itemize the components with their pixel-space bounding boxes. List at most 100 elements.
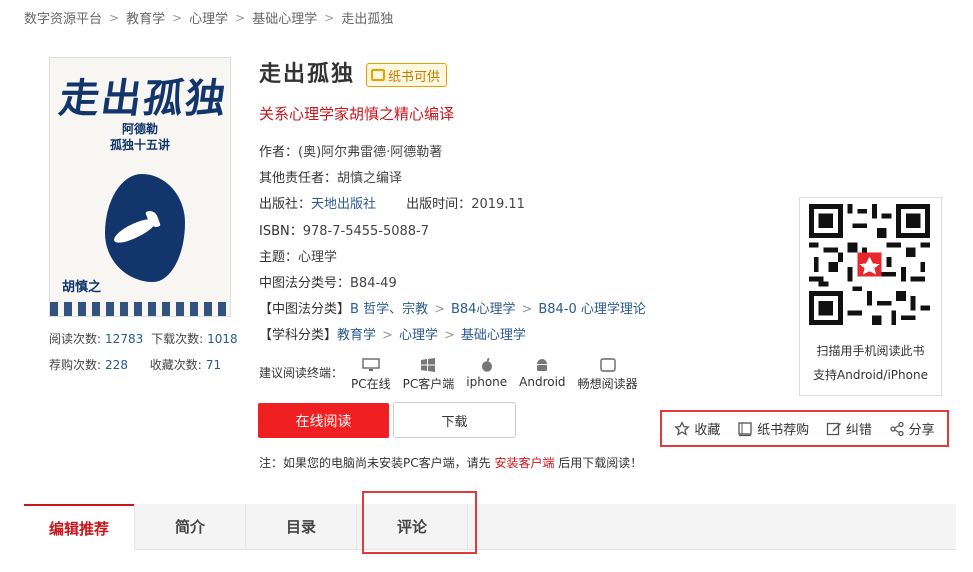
tab-intro[interactable]: 简介 (135, 504, 245, 549)
comments-tab-highlight (362, 491, 477, 554)
apple-icon (481, 358, 492, 372)
breadcrumb-item-education[interactable]: 教育学 (126, 8, 165, 27)
author-row: 作者：(奥)阿尔弗雷德·阿德勒著 (259, 141, 442, 160)
devices-label: 建议阅读终端： (259, 366, 344, 380)
publisher-label: 出版社： (259, 197, 312, 212)
publisher-row: 出版社：天地出版社 出版时间：2019.11 (259, 193, 525, 212)
star-icon (674, 420, 691, 436)
share-label: 分享 (908, 423, 935, 438)
pubdate-label: 出版时间： (406, 197, 472, 212)
clc-path-item[interactable]: B 哲学、宗教 (350, 302, 428, 317)
clc-path-item[interactable]: B84心理学 (451, 302, 515, 317)
subject-path-item[interactable]: 基础心理学 (461, 328, 526, 343)
monitor-icon (362, 358, 380, 371)
book-subtitle: 关系心理学家胡慎之精心编译 (259, 105, 455, 123)
subject-value: 心理学 (298, 250, 338, 265)
tab-contents[interactable]: 目录 (246, 504, 356, 549)
chevron-right-icon: > (521, 302, 533, 317)
publisher-link[interactable]: 天地出版社 (311, 197, 376, 212)
device-reader[interactable]: 畅想阅读器 (578, 358, 638, 392)
book-title: 走出孤独 (259, 62, 356, 87)
device-android[interactable]: Android (519, 358, 566, 389)
cover-author: 胡慎之 (62, 280, 102, 295)
clc-path-item[interactable]: B84-0 心理学理论 (538, 302, 646, 317)
breadcrumb-item-current: 走出孤独 (341, 12, 394, 27)
install-client-link[interactable]: 安装客户端 (494, 456, 554, 470)
download-button[interactable]: 下载 (393, 402, 516, 438)
recommend-count-label: 荐购次数: (49, 358, 102, 372)
isbn-value: 978-7-5455-5088-7 (302, 224, 430, 239)
download-count-label: 下载次数: (151, 332, 204, 346)
book-cover: 走出孤独 阿德勒 孤独十五讲 胡慎之 (49, 57, 231, 317)
author-label: 作者： (259, 145, 299, 160)
device-iphone[interactable]: iphone (466, 358, 507, 389)
device-pc-client[interactable]: PC客户端 (402, 358, 455, 392)
correction-label: 纠错 (845, 423, 872, 438)
favorite-count-label: 收藏次数: (149, 358, 202, 372)
clc-label: 中图法分类号： (259, 276, 351, 291)
qr-panel: 扫描用手机阅读此书 支持Android/iPhone (799, 197, 942, 396)
windows-icon (421, 358, 436, 372)
note-text-suffix: 后用下载阅读！ (558, 456, 643, 470)
edit-icon (826, 422, 841, 435)
pubdate-value: 2019.11 (471, 197, 525, 212)
install-note: 注：如果您的电脑尚未安装PC客户端，请先 安装客户端 后用下载阅读！ (259, 454, 642, 471)
isbn-row: ISBN：978-7-5455-5088-7 (259, 220, 429, 239)
favorite-button[interactable]: 收藏 (674, 419, 720, 438)
chevron-right-icon: > (109, 10, 120, 25)
correction-button[interactable]: 纠错 (826, 419, 872, 438)
isbn-label: ISBN： (259, 224, 303, 239)
cover-title: 走出孤独 (56, 75, 231, 122)
book-icon (738, 421, 752, 436)
breadcrumb-item-basic-psychology[interactable]: 基础心理学 (252, 8, 317, 27)
device-label: PC在线 (351, 377, 391, 391)
chevron-right-icon: > (172, 10, 183, 25)
cover-subtitle-2: 孤独十五讲 (109, 138, 170, 152)
chevron-right-icon: > (324, 10, 335, 25)
device-label: iphone (466, 375, 508, 389)
android-icon (537, 359, 548, 371)
tab-editor-recommend[interactable]: 编辑推荐 (24, 504, 134, 550)
device-pc-online[interactable]: PC在线 (351, 358, 391, 392)
paper-book-badge-label: 纸书可供 (388, 69, 441, 85)
chevron-right-icon: > (382, 328, 393, 343)
subject-path-item[interactable]: 教育学 (337, 328, 376, 343)
tablet-icon (599, 358, 616, 372)
read-online-button[interactable]: 在线阅读 (258, 403, 389, 438)
qr-caption: 扫描用手机阅读此书 (816, 344, 925, 358)
breadcrumb-item-psychology[interactable]: 心理学 (189, 8, 228, 27)
editor-label: 其他责任者： (259, 171, 338, 186)
editor-row: 其他责任者：胡慎之编译 (259, 167, 402, 186)
subject-label: 主题： (259, 250, 299, 265)
paper-book-badge[interactable]: 纸书可供 (366, 63, 448, 87)
chevron-right-icon: > (434, 302, 445, 317)
clc-path: 【中图法分类】B 哲学、宗教 > B84心理学 > B84-0 心理学理论 (259, 298, 646, 317)
download-count: 1018 (207, 332, 238, 346)
qr-code (809, 204, 930, 325)
clc-path-label: 【中图法分类】 (259, 302, 351, 317)
cover-wave (50, 302, 230, 316)
device-label: PC客户端 (402, 377, 455, 391)
breadcrumb-item-home[interactable]: 数字资源平台 (24, 8, 102, 27)
favorite-count: 71 (205, 358, 222, 372)
recommend-paper-label: 纸书荐购 (757, 423, 810, 438)
note-text: 注：如果您的电脑尚未安装PC客户端，请先 (259, 456, 491, 470)
favorite-label: 收藏 (694, 423, 721, 438)
device-label: 畅想阅读器 (577, 377, 638, 391)
subject-path-label: 【学科分类】 (259, 328, 338, 343)
recommend-count: 228 (105, 358, 128, 372)
device-label: Android (519, 375, 566, 389)
subject-path: 【学科分类】教育学 > 心理学 > 基础心理学 (259, 324, 526, 343)
editor-value: 胡慎之编译 (337, 171, 403, 186)
book-icon (371, 69, 385, 81)
action-bar: 收藏 纸书荐购 纠错 分享 (660, 410, 949, 447)
read-count-label: 阅读次数: (49, 332, 102, 346)
subject-row: 主题：心理学 (259, 246, 337, 265)
cover-subtitle: 阿德勒 (121, 122, 158, 136)
share-button[interactable]: 分享 (889, 419, 935, 438)
clc-row: 中图法分类号：B84-49 (259, 272, 397, 291)
recommend-paper-button[interactable]: 纸书荐购 (737, 419, 809, 438)
recommend-stats: 荐购次数: 228 收藏次数: 71 (49, 356, 221, 373)
qr-support: 支持Android/iPhone (813, 368, 928, 382)
subject-path-item[interactable]: 心理学 (399, 328, 438, 343)
